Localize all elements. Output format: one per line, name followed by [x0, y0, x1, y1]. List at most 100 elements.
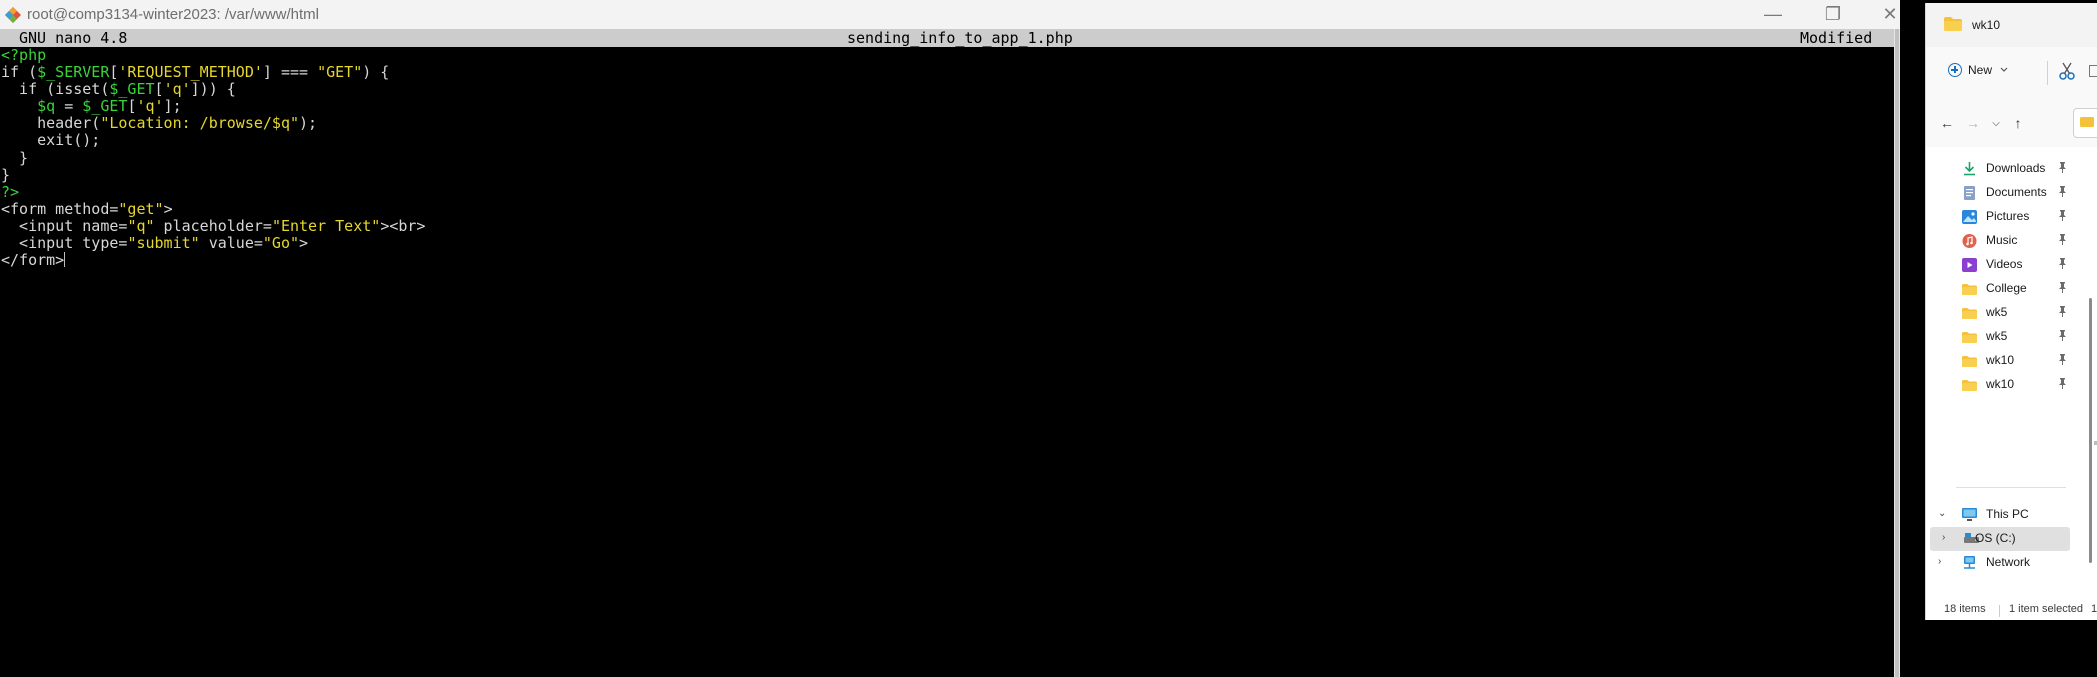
maximize-button[interactable]: ❐: [1810, 0, 1856, 29]
folder-icon: [1962, 332, 1977, 343]
navigation-scrollbar[interactable]: [2086, 147, 2096, 587]
code-editor[interactable]: <?php if ($_SERVER['REQUEST_METHOD'] === …: [1, 46, 1881, 269]
nav-item-label: Downloads: [1986, 161, 2046, 175]
terminal-titlebar[interactable]: root@comp3134-winter2023: /var/www/html …: [0, 0, 1900, 29]
nav-item-label: OS (C:): [1975, 531, 2016, 545]
code-line[interactable]: exit();: [1, 132, 1881, 149]
forward-button[interactable]: →: [1964, 114, 1982, 132]
pin-icon[interactable]: [2058, 354, 2067, 368]
terminal-app-icon: [5, 7, 21, 23]
documents-icon: [1964, 186, 1975, 200]
pin-icon[interactable]: [2058, 258, 2067, 272]
chevron-right-icon: ›: [1938, 556, 1942, 567]
nav-item-label: wk5: [1986, 329, 2008, 343]
nano-header-bar: GNU nano 4.8 sending_info_to_app_1.php M…: [0, 29, 1894, 47]
selection-count: 1 item selected: [2009, 603, 2083, 615]
code-line[interactable]: if ($_SERVER['REQUEST_METHOD'] === "GET"…: [1, 64, 1881, 81]
arrow-left-icon: ←: [1940, 115, 1954, 131]
code-line[interactable]: <input name="q" placeholder="Enter Text"…: [1, 217, 1881, 235]
terminal-scrollbar-thumb[interactable]: [1895, 29, 1899, 677]
code-line[interactable]: </form>: [1, 252, 1881, 269]
nav-item-label: wk5: [1986, 305, 2008, 319]
nav-item-wk10[interactable]: wk10: [1926, 373, 2074, 397]
pin-icon[interactable]: [2058, 234, 2067, 248]
recent-locations-button[interactable]: ⌵: [1987, 114, 2005, 132]
code-line[interactable]: if (isset($_GET['q'])) {: [1, 81, 1881, 98]
nav-item-videos[interactable]: Videos: [1926, 253, 2074, 277]
chevron-down-icon: ⌄: [1938, 508, 1947, 519]
pin-icon[interactable]: [2058, 330, 2067, 344]
nav-item-music[interactable]: Music: [1926, 229, 2074, 253]
code-line[interactable]: ?>: [1, 183, 1881, 201]
code-line[interactable]: }: [1, 149, 1881, 167]
nav-item-label: wk10: [1986, 377, 2015, 391]
nano-filename: sending_info_to_app_1.php: [847, 29, 1073, 47]
nav-item-wk5[interactable]: wk5: [1926, 325, 2074, 349]
pin-icon[interactable]: [2058, 186, 2067, 200]
status-divider: [1999, 605, 2000, 617]
pin-icon[interactable]: [2058, 306, 2067, 320]
minimize-icon: —: [1764, 4, 1782, 24]
file-explorer-window: wk10 New ← → ⌵ ↑ Downloads Documents Pictu…: [1925, 3, 2097, 620]
computer-icon: [1962, 508, 1977, 521]
plus-icon: [1948, 63, 1962, 77]
arrow-up-icon: ↑: [2014, 115, 2022, 131]
pin-icon[interactable]: [2058, 378, 2067, 392]
chevron-right-icon: ›: [1942, 532, 1946, 543]
nav-item-label: Network: [1986, 555, 2031, 569]
folder-icon: [2080, 117, 2094, 127]
explorer-titlebar[interactable]: wk10: [1926, 3, 2097, 47]
nav-item-this-pc[interactable]: ⌄ This PC: [1926, 503, 2074, 527]
nav-item-network[interactable]: › Network: [1926, 551, 2074, 575]
pin-icon[interactable]: [2058, 210, 2067, 224]
nav-item-os-c[interactable]: › OS (C:): [1930, 527, 2070, 551]
code-line[interactable]: <input type="submit" value="Go">: [1, 234, 1881, 252]
nav-item-wk10[interactable]: wk10: [1926, 349, 2074, 373]
nav-item-college[interactable]: College: [1926, 277, 2074, 301]
status-overflow: 1: [2091, 603, 2097, 615]
navigation-scrollbar-thumb[interactable]: [2089, 298, 2092, 563]
code-line[interactable]: $q = $_GET['q'];: [1, 98, 1881, 115]
code-line[interactable]: header("Location: /browse/$q");: [1, 115, 1881, 132]
new-button[interactable]: New: [1948, 63, 2008, 77]
nav-item-label: Music: [1986, 233, 2018, 247]
code-line[interactable]: <form method="get">: [1, 200, 1881, 218]
nano-modified-status: Modified: [1800, 29, 1873, 47]
folder-icon: [1962, 380, 1977, 391]
status-bar: 18 items 1 item selected 1: [1926, 601, 2097, 620]
folder-icon: [1962, 356, 1977, 367]
network-icon: [1964, 556, 1975, 569]
explorer-address-row: ← → ⌵ ↑: [1926, 99, 2097, 148]
text-cursor: [64, 252, 66, 268]
terminal-window: root@comp3134-winter2023: /var/www/html …: [0, 0, 1900, 677]
terminal-scrollbar[interactable]: [1894, 29, 1900, 677]
nav-item-label: This PC: [1986, 507, 2029, 521]
nav-item-documents[interactable]: Documents: [1926, 181, 2074, 205]
pin-icon[interactable]: [2058, 282, 2067, 296]
address-bar[interactable]: [2073, 108, 2097, 138]
cut-icon[interactable]: [2058, 61, 2076, 81]
up-button[interactable]: ↑: [2009, 114, 2027, 132]
nav-item-label: Pictures: [1986, 209, 2030, 223]
nav-item-label: Videos: [1986, 257, 2023, 271]
navigation-pane: Downloads Documents Pictures Music Videos Col…: [1926, 147, 2097, 587]
close-button[interactable]: ✕: [1867, 0, 1913, 29]
copy-icon[interactable]: [2089, 65, 2097, 77]
arrow-right-icon: →: [1966, 115, 1980, 131]
folder-icon: [1962, 308, 1977, 319]
back-button[interactable]: ←: [1938, 114, 1956, 132]
maximize-icon: ❐: [1824, 4, 1842, 24]
nav-item-label: College: [1986, 281, 2027, 295]
nav-item-wk5[interactable]: wk5: [1926, 301, 2074, 325]
folder-icon: [1962, 284, 1977, 295]
minimize-button[interactable]: —: [1750, 0, 1796, 29]
pin-icon[interactable]: [2058, 162, 2067, 176]
code-line[interactable]: }: [1, 166, 1881, 184]
close-icon: ✕: [1882, 4, 1898, 24]
nav-item-pictures[interactable]: Pictures: [1926, 205, 2074, 229]
explorer-toolbar: New: [1926, 47, 2097, 100]
explorer-title: wk10: [1972, 18, 2001, 32]
download-icon: [1964, 162, 1975, 176]
code-line[interactable]: <?php: [1, 46, 1881, 64]
nav-item-downloads[interactable]: Downloads: [1926, 157, 2074, 181]
